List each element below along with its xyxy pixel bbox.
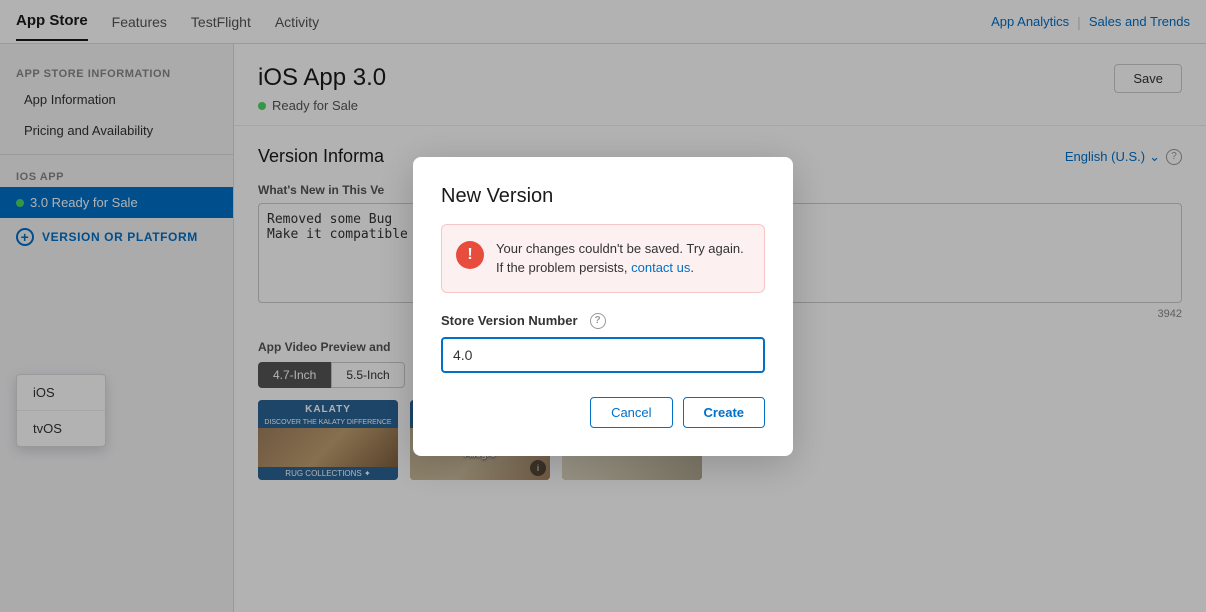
error-icon: !	[456, 241, 484, 269]
cancel-button[interactable]: Cancel	[590, 397, 672, 428]
error-box: ! Your changes couldn't be saved. Try ag…	[441, 224, 765, 293]
modal-overlay: New Version ! Your changes couldn't be s…	[0, 0, 1206, 612]
modal-title: New Version	[441, 185, 765, 208]
new-version-modal: New Version ! Your changes couldn't be s…	[413, 157, 793, 456]
store-version-help-icon[interactable]: ?	[590, 313, 606, 329]
store-version-input[interactable]	[441, 337, 765, 373]
error-link[interactable]: contact us	[631, 260, 690, 275]
error-text: Your changes couldn't be saved. Try agai…	[496, 239, 750, 278]
store-version-label: Store Version Number ?	[441, 313, 765, 329]
modal-actions: Cancel Create	[441, 397, 765, 428]
create-button[interactable]: Create	[683, 397, 765, 428]
